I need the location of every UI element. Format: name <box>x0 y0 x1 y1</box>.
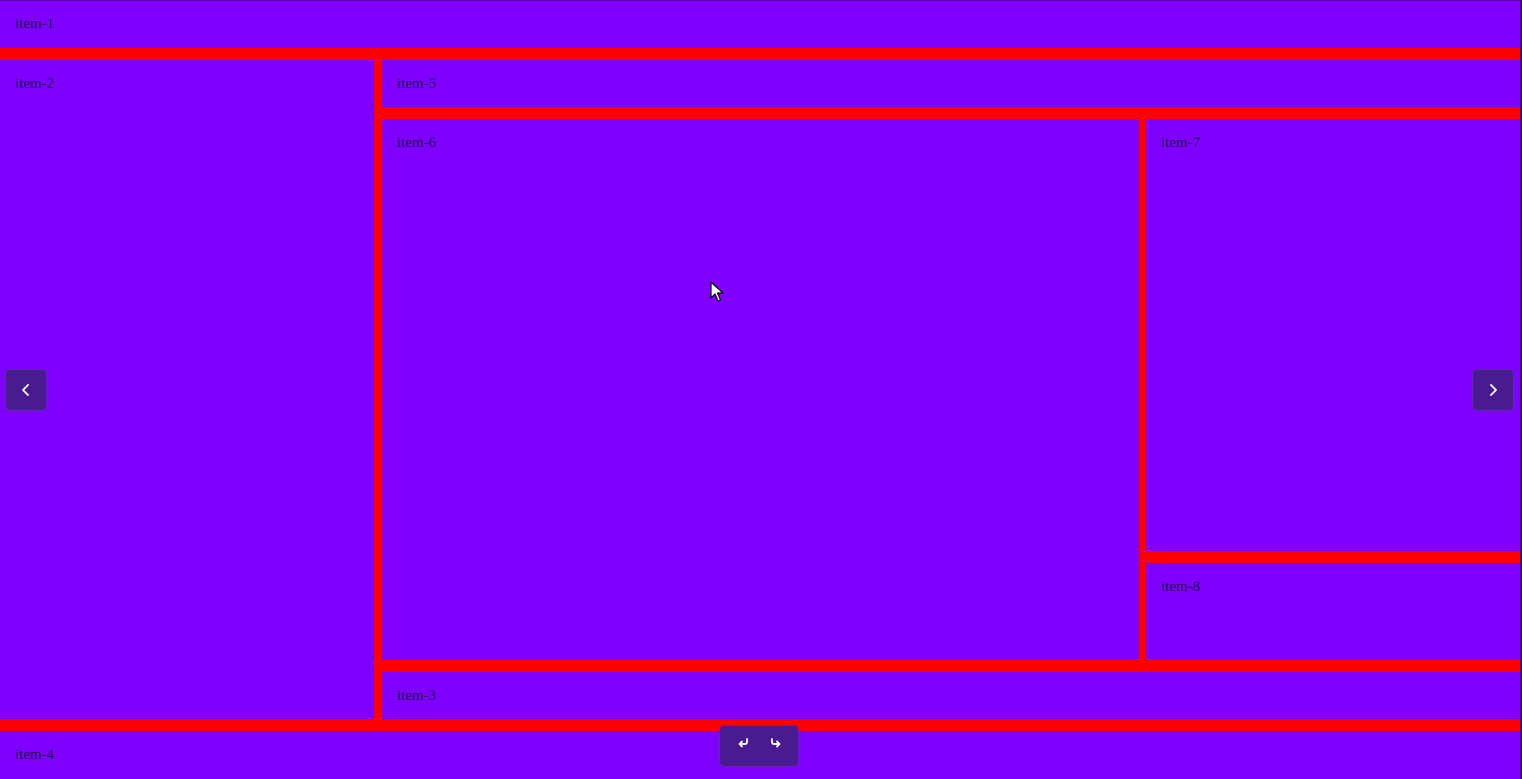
item-label: item-1 <box>15 16 55 32</box>
grid-item-8: item-8 <box>1146 563 1522 660</box>
grid-item-7: item-7 <box>1146 119 1522 551</box>
undo-button[interactable] <box>728 731 758 761</box>
grid-item-2: item-2 <box>0 60 374 719</box>
grid-item-5: item-5 <box>382 60 1522 107</box>
redo-button[interactable] <box>761 731 791 761</box>
redo-arrow-icon <box>769 737 783 756</box>
item-label: item-7 <box>1161 135 1201 151</box>
item-label: item-4 <box>15 747 55 763</box>
grid-item-3: item-3 <box>382 672 1522 719</box>
item-label: item-3 <box>397 688 437 704</box>
prev-button[interactable] <box>5 369 47 411</box>
chevron-left-icon <box>19 383 33 397</box>
next-button[interactable] <box>1472 369 1514 411</box>
item-label: item-8 <box>1161 579 1201 595</box>
undo-arrow-icon <box>736 737 750 756</box>
item-label: item-2 <box>15 76 55 92</box>
grid-item-1: item-1 <box>0 1 1522 48</box>
item-label: item-6 <box>397 135 437 151</box>
chevron-right-icon <box>1486 383 1500 397</box>
undo-redo-toolbar <box>719 725 799 767</box>
item-label: item-5 <box>397 76 437 92</box>
grid-item-6: item-6 <box>382 119 1139 660</box>
